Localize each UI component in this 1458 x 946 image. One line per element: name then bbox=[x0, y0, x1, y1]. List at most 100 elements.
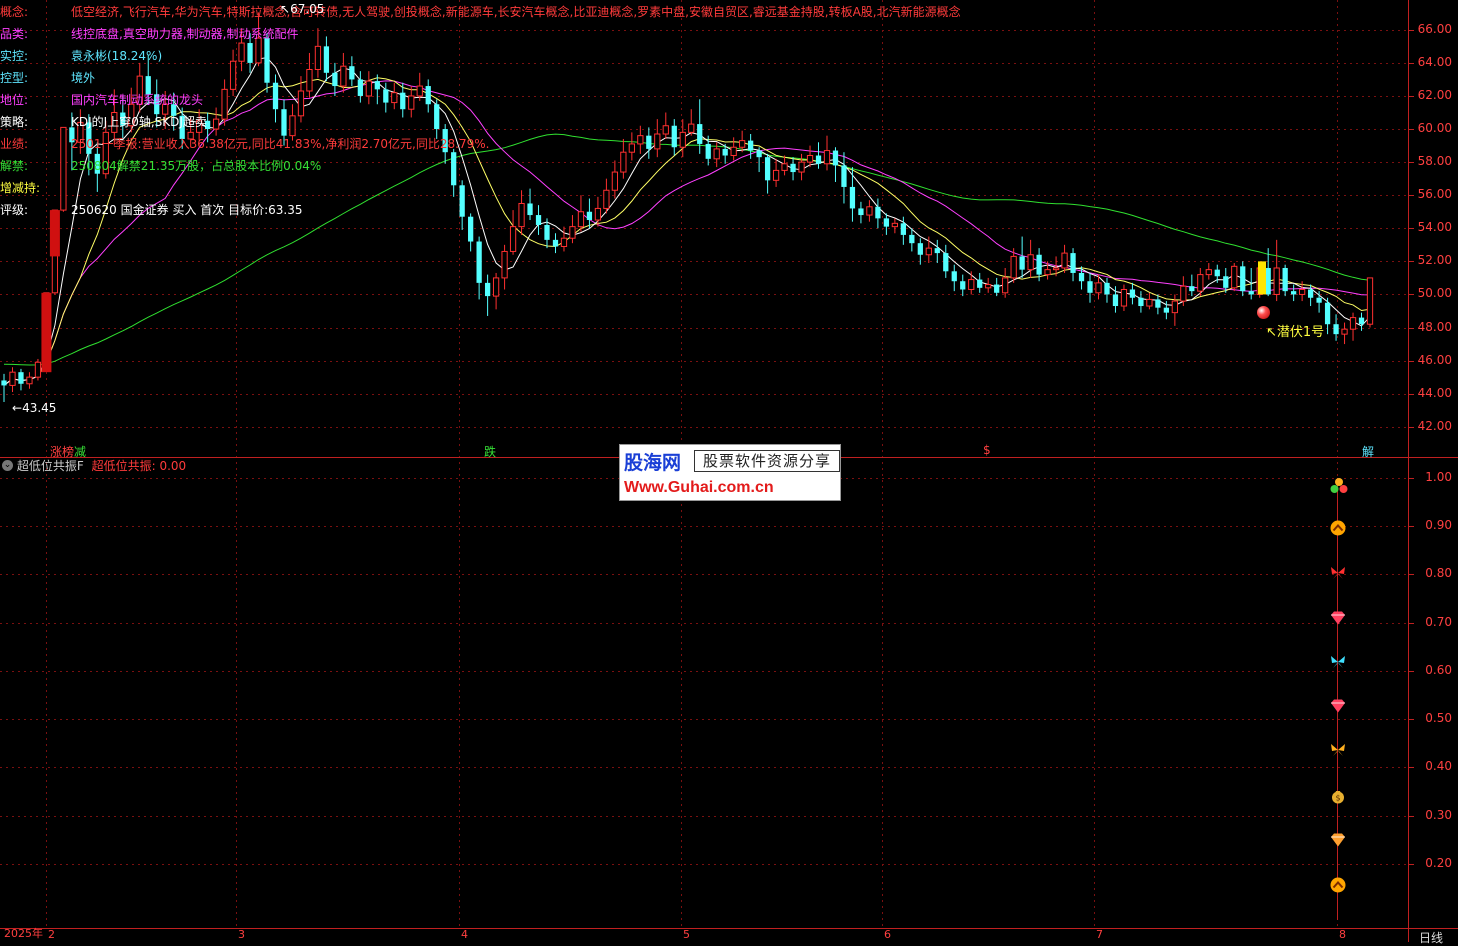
candle-body bbox=[1231, 265, 1238, 289]
candle-body bbox=[968, 279, 975, 290]
candle-body bbox=[1078, 272, 1085, 282]
info-value: 2501一季报:营业收入36.38亿元,同比41.83%,净利润2.70亿元,同… bbox=[71, 137, 490, 151]
candle-body bbox=[1341, 328, 1348, 335]
date-tick-label: 7 bbox=[1096, 928, 1103, 941]
candle-body bbox=[1189, 286, 1195, 292]
info-label: 策略: bbox=[0, 115, 29, 129]
candle-body bbox=[281, 109, 287, 136]
indicator-header: ⌄ 超低位共振F 超低位共振: 0.00 bbox=[0, 458, 186, 474]
limit-up-bar bbox=[49, 210, 60, 257]
candle-body bbox=[1265, 267, 1271, 295]
candle-body bbox=[637, 135, 644, 145]
price-tick-label: 56.00 bbox=[1417, 187, 1452, 202]
event-dividend[interactable]: $ bbox=[983, 443, 991, 457]
candle-body bbox=[764, 157, 771, 181]
candle-body bbox=[212, 118, 220, 130]
candle-body bbox=[654, 133, 661, 150]
candle-body bbox=[1214, 269, 1220, 277]
candle-body bbox=[1036, 254, 1042, 275]
candle-body bbox=[1291, 291, 1297, 295]
low-price-marker: ←43.45 bbox=[12, 401, 57, 415]
candle-body bbox=[722, 148, 728, 156]
candle-body bbox=[594, 207, 602, 221]
candle-body bbox=[468, 216, 474, 242]
info-label: 业绩: bbox=[0, 137, 29, 151]
candle-body bbox=[994, 284, 1000, 293]
price-tick-label: 48.00 bbox=[1417, 319, 1452, 334]
price-tick-label: 64.00 bbox=[1417, 54, 1452, 69]
indicator-tick-label: 0.80 bbox=[1425, 566, 1452, 581]
candle-body bbox=[577, 211, 585, 228]
indicator-tick-label: 0.70 bbox=[1425, 614, 1452, 629]
candle-body bbox=[408, 95, 415, 110]
money-bag-icon: $ bbox=[1330, 788, 1346, 807]
candle-body bbox=[306, 69, 313, 92]
candle-body bbox=[1298, 288, 1306, 295]
candle-body bbox=[365, 80, 372, 97]
candle-body bbox=[1138, 297, 1144, 307]
candle-body bbox=[671, 125, 677, 148]
candle-body bbox=[790, 163, 796, 173]
candle-body bbox=[357, 79, 363, 96]
price-tick-label: 44.00 bbox=[1417, 385, 1452, 400]
collapse-toggle-icon[interactable]: ⌄ bbox=[2, 460, 13, 471]
info-value: KDJ的J上穿0轴,SKDJ超卖 bbox=[71, 115, 207, 129]
candle-body bbox=[1349, 317, 1357, 330]
candle-body bbox=[1052, 267, 1060, 271]
moving-average-lines bbox=[3, 57, 1371, 386]
candle-body bbox=[518, 202, 525, 228]
candle-body bbox=[705, 143, 711, 159]
candle-body bbox=[1061, 252, 1068, 269]
date-tick-label: 2025年 bbox=[4, 927, 43, 940]
candle-body bbox=[1112, 294, 1119, 307]
signal-label: 潜伏1号 bbox=[1276, 325, 1325, 340]
candle-body bbox=[815, 155, 822, 164]
candle-body bbox=[323, 46, 330, 73]
low-price-label: 43.45 bbox=[22, 401, 57, 415]
event-drop[interactable]: 跌 bbox=[484, 443, 496, 460]
candle-body bbox=[264, 38, 270, 83]
price-tick-label: 62.00 bbox=[1417, 87, 1452, 102]
date-tick-label: 5 bbox=[683, 928, 690, 941]
indicator-tick-label: 0.90 bbox=[1425, 518, 1452, 533]
candle-body bbox=[866, 206, 873, 216]
candle-body bbox=[1180, 285, 1187, 302]
candle-body bbox=[560, 237, 568, 247]
candle-body bbox=[960, 281, 966, 290]
candle-body bbox=[535, 215, 542, 225]
svg-text:$: $ bbox=[1335, 794, 1340, 803]
candle-body bbox=[925, 247, 932, 256]
candle-body bbox=[451, 152, 457, 186]
candle-body bbox=[314, 45, 322, 71]
candle-body bbox=[951, 271, 957, 282]
indicator-name[interactable]: 超低位共振F bbox=[17, 459, 84, 473]
indicator-param-value: 0.00 bbox=[159, 459, 187, 473]
candle-body bbox=[977, 279, 983, 288]
event-unlock[interactable]: 解 bbox=[1362, 443, 1374, 460]
candle-body bbox=[434, 104, 440, 130]
candle-body bbox=[1087, 281, 1093, 293]
candle-body bbox=[679, 131, 686, 148]
info-label: 控型: bbox=[0, 71, 29, 85]
candle-body bbox=[1146, 298, 1153, 307]
candle-body bbox=[1273, 267, 1280, 295]
candle-body bbox=[697, 124, 703, 144]
diamond-icon bbox=[1330, 699, 1346, 716]
candle-body bbox=[238, 42, 245, 62]
candle-body bbox=[501, 250, 508, 279]
period-label[interactable]: 日线 bbox=[1419, 929, 1443, 946]
indicator-tick-label: 0.60 bbox=[1425, 662, 1452, 677]
candle-body bbox=[1197, 274, 1204, 292]
candle-body bbox=[1010, 255, 1017, 279]
candle-body bbox=[1104, 282, 1110, 295]
indicator-tick-label: 0.40 bbox=[1425, 759, 1452, 774]
info-value: 袁永彬(18.24%) bbox=[71, 49, 163, 63]
butterfly-icon bbox=[1330, 566, 1346, 583]
candle-body bbox=[1, 380, 7, 386]
candle-body bbox=[756, 150, 762, 158]
candle-body bbox=[18, 372, 24, 384]
candle-body bbox=[1366, 277, 1374, 325]
info-value: 低空经济,飞行汽车,华为汽车,特斯拉概念,含可转债,无人驾驶,创投概念,新能源车… bbox=[71, 5, 961, 19]
info-value: 250620 国金证券 买入 首次 目标价:63.35 bbox=[71, 203, 303, 217]
info-value: 境外 bbox=[71, 71, 96, 85]
